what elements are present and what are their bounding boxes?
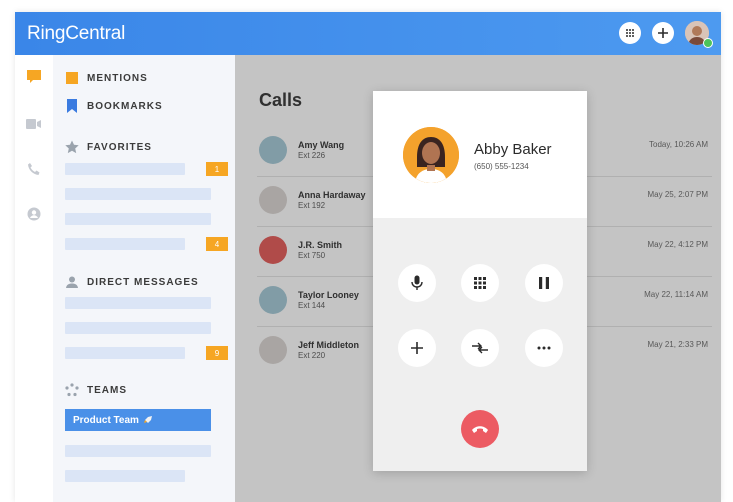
transfer-icon	[472, 342, 488, 354]
plus-icon	[658, 28, 668, 38]
rail-messages[interactable]	[25, 67, 43, 85]
pause-icon	[539, 277, 549, 289]
contacts-icon	[27, 207, 41, 221]
person-icon	[65, 275, 79, 289]
dialpad-icon	[626, 29, 634, 37]
add-call-button[interactable]	[398, 329, 436, 367]
dm-item-placeholder[interactable]	[65, 322, 211, 334]
more-icon	[537, 346, 551, 350]
sidebar-favorites-label: FAVORITES	[87, 141, 152, 153]
nav-rail	[15, 55, 54, 502]
presence-indicator	[703, 38, 713, 48]
bookmark-icon	[65, 99, 79, 113]
sidebar-teams-label: TEAMS	[87, 384, 127, 396]
sidebar-direct-messages-label: DIRECT MESSAGES	[87, 276, 199, 288]
active-call-dialog: Abby Baker (650) 555-1234	[373, 91, 587, 471]
dm-item-placeholder[interactable]	[65, 347, 185, 359]
dialpad-button[interactable]	[619, 22, 641, 44]
caller-name: Abby Baker	[474, 141, 552, 158]
top-bar: RingCentral	[15, 12, 721, 55]
mention-icon	[65, 71, 79, 85]
favorite-item-placeholder[interactable]	[65, 238, 185, 250]
rail-phone[interactable]	[25, 160, 43, 178]
sidebar-bookmarks[interactable]: BOOKMARKS	[65, 99, 163, 113]
hold-button[interactable]	[525, 264, 563, 302]
dm-item-placeholder[interactable]	[65, 297, 211, 309]
microphone-icon	[411, 275, 423, 290]
sidebar-mentions-label: MENTIONS	[87, 72, 148, 84]
team-item-placeholder[interactable]	[65, 470, 185, 482]
unread-badge: 9	[206, 346, 228, 360]
keypad-button[interactable]	[461, 264, 499, 302]
rail-video[interactable]	[25, 115, 43, 133]
caller-number: (650) 555-1234	[474, 162, 529, 171]
caller-photo	[403, 127, 459, 183]
sidebar-favorites-header[interactable]: FAVORITES	[65, 140, 152, 154]
favorite-item-placeholder[interactable]	[65, 163, 185, 175]
transfer-button[interactable]	[461, 329, 499, 367]
sidebar-mentions[interactable]: MENTIONS	[65, 71, 148, 85]
favorite-item-placeholder[interactable]	[65, 213, 211, 225]
keypad-icon	[474, 277, 486, 289]
chat-bubble-icon	[27, 70, 41, 83]
sidebar-bookmarks-label: BOOKMARKS	[87, 100, 163, 112]
teams-icon	[65, 383, 79, 397]
team-item-placeholder[interactable]	[65, 445, 211, 457]
more-options-button[interactable]	[525, 329, 563, 367]
team-name: Product Team	[73, 414, 139, 426]
star-icon	[65, 140, 79, 154]
app-logo: RingCentral	[27, 23, 126, 44]
hang-up-button[interactable]	[461, 410, 499, 448]
favorite-item-placeholder[interactable]	[65, 188, 211, 200]
sidebar-direct-messages-header[interactable]: DIRECT MESSAGES	[65, 275, 199, 289]
sidebar-teams-header[interactable]: TEAMS	[65, 383, 127, 397]
team-item-selected[interactable]: Product Team	[65, 409, 211, 431]
hang-up-icon	[472, 426, 488, 433]
mute-button[interactable]	[398, 264, 436, 302]
sidebar: MENTIONS BOOKMARKS FAVORITES 1 4 DIRECT …	[53, 55, 235, 502]
video-icon	[26, 119, 41, 129]
phone-icon	[28, 163, 40, 175]
unread-badge: 1	[206, 162, 228, 176]
caller-header: Abby Baker (650) 555-1234	[373, 91, 587, 218]
unread-badge: 4	[206, 237, 228, 251]
add-icon	[411, 342, 423, 354]
add-button[interactable]	[652, 22, 674, 44]
rail-contacts[interactable]	[25, 205, 43, 223]
rocket-icon	[143, 416, 152, 423]
caller-avatar	[403, 127, 459, 183]
